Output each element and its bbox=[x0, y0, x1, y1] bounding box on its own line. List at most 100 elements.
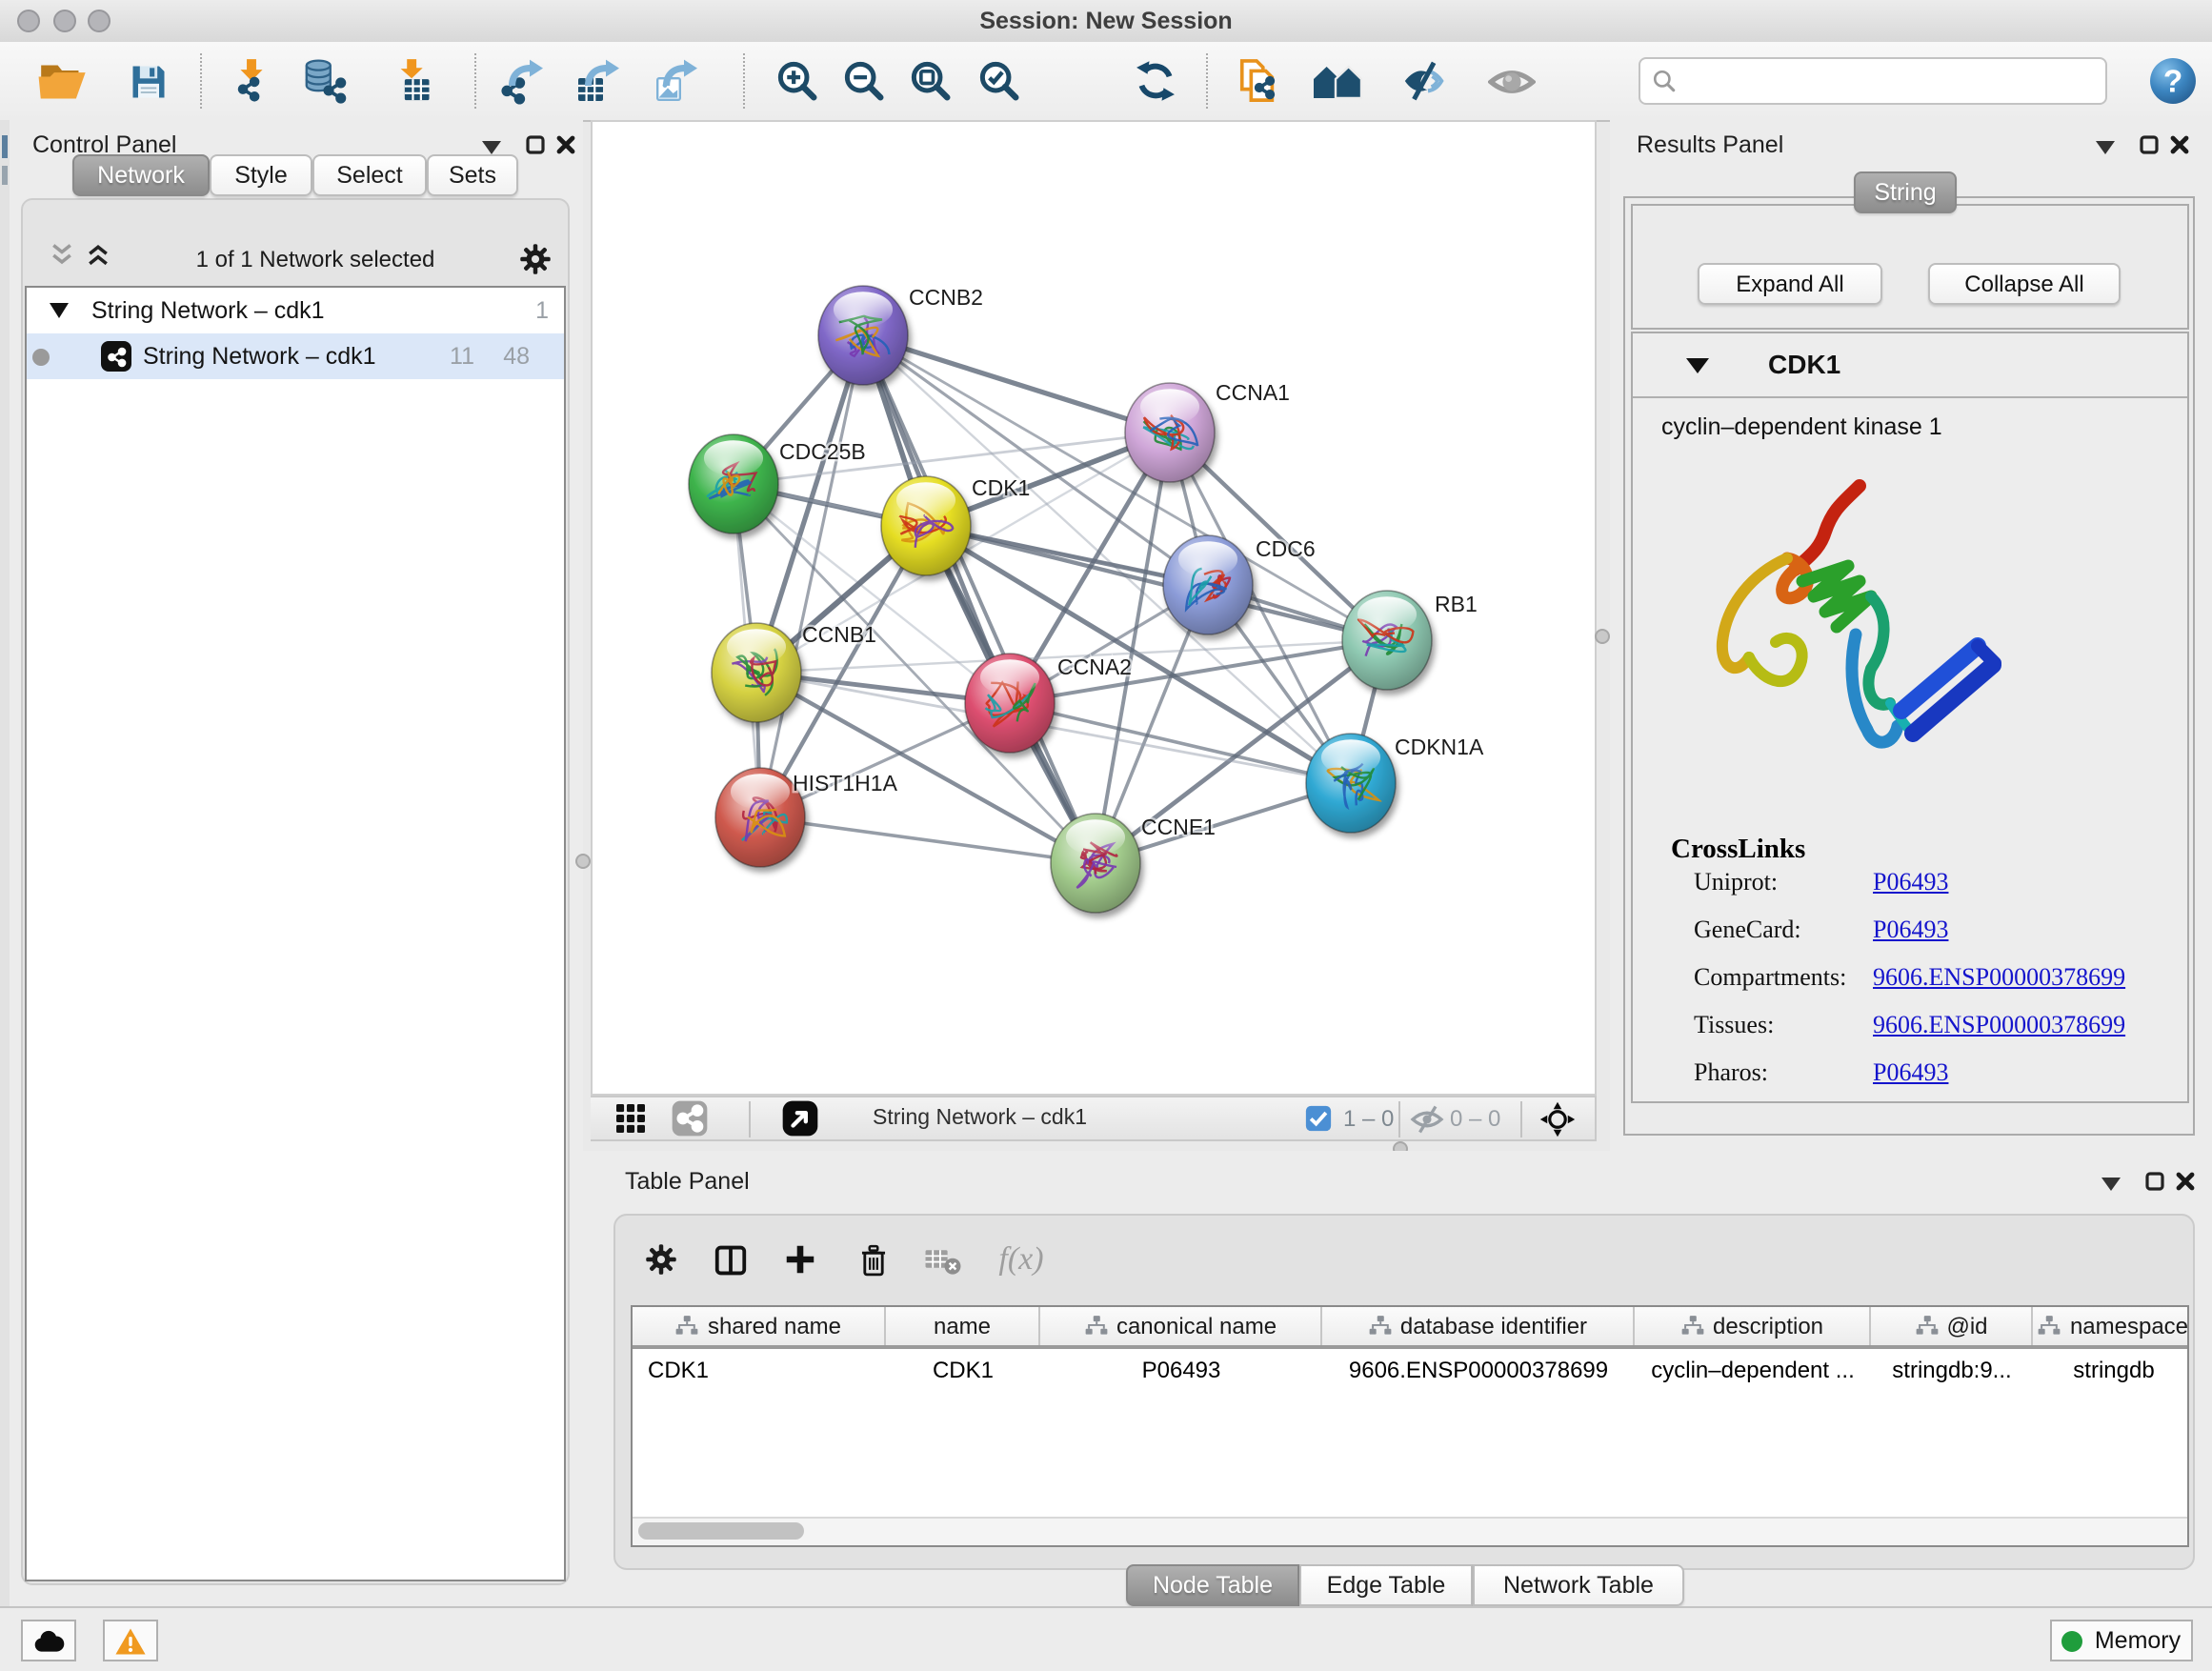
open-session-button[interactable] bbox=[30, 51, 91, 111]
network-node-CDC6[interactable] bbox=[1163, 535, 1253, 634]
fit-selected-button[interactable] bbox=[1539, 1097, 1576, 1139]
show-network-overview-button[interactable] bbox=[1307, 51, 1368, 111]
help-button[interactable]: ? bbox=[2149, 57, 2197, 105]
crosslink-link[interactable]: P06493 bbox=[1873, 915, 1948, 943]
column-header-description[interactable]: description bbox=[1635, 1307, 1871, 1345]
column-header--id[interactable]: @id bbox=[1871, 1307, 2033, 1345]
crosslink-link[interactable]: P06493 bbox=[1873, 867, 1948, 896]
network-canvas[interactable]: CCNB2 CCNA1 CDC25B CDK1 CDC6 RB1 CCNB1 C… bbox=[591, 120, 1597, 1096]
warnings-button[interactable] bbox=[103, 1620, 158, 1661]
network-node-CDKN1A[interactable] bbox=[1306, 734, 1396, 833]
zoom-fit-button[interactable] bbox=[899, 51, 960, 111]
panel-menu-button[interactable] bbox=[2090, 133, 2121, 160]
zoom-selected-button[interactable] bbox=[968, 51, 1029, 111]
hide-graphics-details-button[interactable] bbox=[1393, 51, 1454, 111]
network-node-CCNA1[interactable] bbox=[1125, 383, 1215, 482]
function-builder-button-disabled[interactable]: f(x) bbox=[989, 1238, 1054, 1280]
open-in-window-button[interactable] bbox=[781, 1097, 819, 1139]
import-table-from-file-button[interactable] bbox=[383, 51, 444, 111]
collapse-all-button[interactable]: Collapse All bbox=[1928, 263, 2121, 305]
import-network-from-database-button[interactable] bbox=[293, 51, 354, 111]
panel-close-button[interactable] bbox=[2170, 1168, 2201, 1195]
table-cell[interactable]: cyclin–dependent ... bbox=[1635, 1349, 1871, 1391]
search-input[interactable] bbox=[1686, 66, 2094, 96]
string-badge-button[interactable] bbox=[671, 1097, 709, 1139]
horizontal-scrollbar[interactable] bbox=[633, 1517, 2187, 1545]
column-header-shared-name[interactable]: shared name bbox=[633, 1307, 886, 1345]
tab-edge-table[interactable]: Edge Table bbox=[1299, 1564, 1473, 1606]
crosslink-link[interactable]: 9606.ENSP00000378699 bbox=[1873, 1010, 2125, 1038]
network-collection-row[interactable]: String Network – cdk1 1 bbox=[27, 288, 564, 333]
table-row[interactable]: CDK1CDK1P064939606.ENSP00000378699cyclin… bbox=[633, 1349, 2187, 1391]
panel-close-button[interactable] bbox=[551, 131, 581, 158]
export-image-button[interactable] bbox=[646, 51, 707, 111]
column-header-canonical-name[interactable]: canonical name bbox=[1040, 1307, 1322, 1345]
zoom-out-button[interactable] bbox=[833, 51, 894, 111]
panel-menu-button[interactable] bbox=[2096, 1170, 2126, 1197]
column-header-database-identifier[interactable]: database identifier bbox=[1322, 1307, 1635, 1345]
network-node-CCNB2[interactable] bbox=[818, 286, 908, 385]
tab-select[interactable]: Select bbox=[312, 154, 427, 196]
hidden-items-button[interactable] bbox=[1410, 1097, 1444, 1139]
right-splitter-handle[interactable] bbox=[1595, 629, 1610, 644]
birdseye-toggle-button[interactable] bbox=[613, 1097, 648, 1139]
gene-section-header[interactable]: CDK1 bbox=[1633, 333, 2187, 398]
tab-style[interactable]: Style bbox=[210, 154, 312, 196]
tab-node-table[interactable]: Node Table bbox=[1126, 1564, 1299, 1606]
table-options-button[interactable] bbox=[640, 1238, 682, 1280]
table-cell[interactable]: CDK1 bbox=[633, 1349, 886, 1391]
crosslink-link[interactable]: 9606.ENSP00000378699 bbox=[1873, 962, 2125, 991]
show-graphics-details-button[interactable] bbox=[1480, 51, 1541, 111]
expand-all-button[interactable]: Expand All bbox=[1698, 263, 1882, 305]
table-cell[interactable]: P06493 bbox=[1040, 1349, 1322, 1391]
left-splitter-handle[interactable] bbox=[575, 854, 591, 869]
panel-close-button[interactable] bbox=[2164, 131, 2195, 158]
save-session-button[interactable] bbox=[118, 51, 179, 111]
collapse-all-chevrons[interactable] bbox=[48, 241, 76, 277]
network-node-CDC25B[interactable] bbox=[689, 434, 778, 534]
network-node-CCNE1[interactable] bbox=[1051, 814, 1140, 913]
search-field[interactable] bbox=[1639, 57, 2107, 105]
panel-float-button[interactable] bbox=[2140, 1168, 2170, 1195]
network-edge-CCNB2-CCNE1[interactable] bbox=[863, 335, 1096, 863]
memory-button[interactable]: Memory bbox=[2050, 1620, 2193, 1661]
network-node-CCNB1[interactable] bbox=[712, 623, 801, 722]
column-header-namespace[interactable]: namespace bbox=[2033, 1307, 2189, 1345]
column-header-name[interactable]: name bbox=[886, 1307, 1040, 1345]
network-edge-CDK1-RB1[interactable] bbox=[926, 526, 1387, 640]
scrollbar-thumb[interactable] bbox=[638, 1522, 804, 1540]
table-cell[interactable]: 9606.ENSP00000378699 bbox=[1322, 1349, 1635, 1391]
selected-checkbox[interactable] bbox=[1305, 1097, 1332, 1139]
expand-all-chevrons[interactable] bbox=[84, 241, 112, 277]
network-node-CCNA2[interactable] bbox=[965, 654, 1055, 753]
cloud-button[interactable] bbox=[21, 1620, 76, 1661]
show-columns-button[interactable] bbox=[709, 1238, 751, 1280]
crosslink-link[interactable]: P06493 bbox=[1873, 1057, 1948, 1086]
table-cell[interactable]: CDK1 bbox=[886, 1349, 1040, 1391]
network-node-CDK1[interactable] bbox=[881, 476, 971, 575]
tab-network[interactable]: Network bbox=[72, 154, 210, 196]
tab-sets[interactable]: Sets bbox=[427, 154, 518, 196]
table-cell[interactable]: stringdb bbox=[2033, 1349, 2189, 1391]
zoom-in-button[interactable] bbox=[766, 51, 827, 111]
network-options-button[interactable] bbox=[518, 242, 553, 276]
create-column-button[interactable] bbox=[779, 1238, 821, 1280]
export-table-button[interactable] bbox=[568, 51, 629, 111]
network-edge-CCNB2-HIST1H1A[interactable] bbox=[760, 335, 863, 817]
network-row-selected[interactable]: String Network – cdk1 11 48 bbox=[27, 333, 564, 379]
refresh-view-button[interactable] bbox=[1124, 51, 1185, 111]
tab-network-table[interactable]: Network Table bbox=[1473, 1564, 1684, 1606]
table-cell[interactable]: stringdb:9... bbox=[1871, 1349, 2033, 1391]
delete-column-button[interactable] bbox=[852, 1238, 894, 1280]
import-network-from-file-button[interactable] bbox=[221, 51, 282, 111]
network-edge-CCNB2-CCNA1[interactable] bbox=[863, 335, 1170, 433]
network-node-RB1[interactable] bbox=[1342, 591, 1432, 690]
tab-string[interactable]: String bbox=[1854, 171, 1957, 213]
panel-float-button[interactable] bbox=[2134, 131, 2164, 158]
network-edge-HIST1H1A-CCNE1[interactable] bbox=[760, 817, 1096, 863]
duplicate-network-button[interactable] bbox=[1227, 51, 1288, 111]
panel-float-button[interactable] bbox=[520, 131, 551, 158]
network-node-HIST1H1A[interactable] bbox=[715, 768, 805, 867]
delete-table-button-disabled[interactable] bbox=[922, 1238, 964, 1280]
export-network-button[interactable] bbox=[492, 51, 553, 111]
